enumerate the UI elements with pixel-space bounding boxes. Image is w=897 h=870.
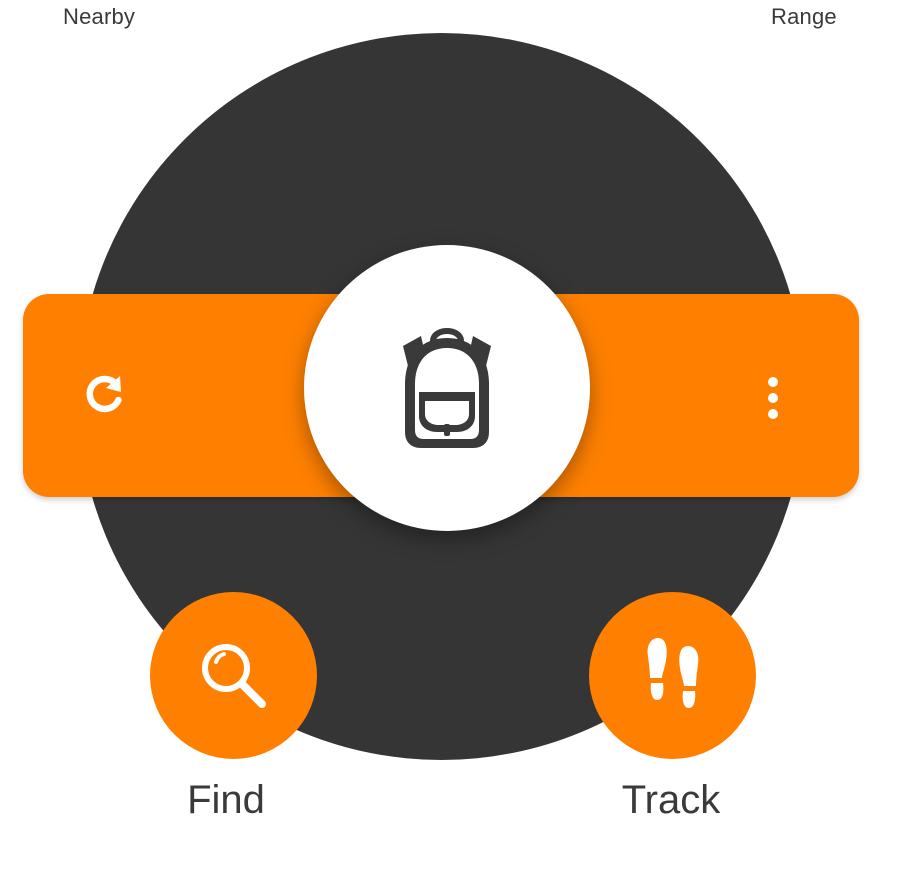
footprints-icon xyxy=(647,637,698,708)
more-vertical-icon xyxy=(768,377,778,419)
range-label[interactable]: Range xyxy=(771,4,837,30)
search-icon xyxy=(201,643,266,708)
track-button[interactable] xyxy=(589,592,756,759)
track-label: Track xyxy=(621,778,721,822)
center-device-button[interactable] xyxy=(304,245,590,531)
backpack-icon xyxy=(403,328,491,448)
find-button[interactable] xyxy=(150,592,317,759)
refresh-icon xyxy=(86,375,122,413)
more-options-button[interactable] xyxy=(742,360,804,436)
refresh-button[interactable] xyxy=(70,360,140,430)
nearby-label[interactable]: Nearby xyxy=(63,4,135,30)
find-label: Find xyxy=(187,778,265,822)
